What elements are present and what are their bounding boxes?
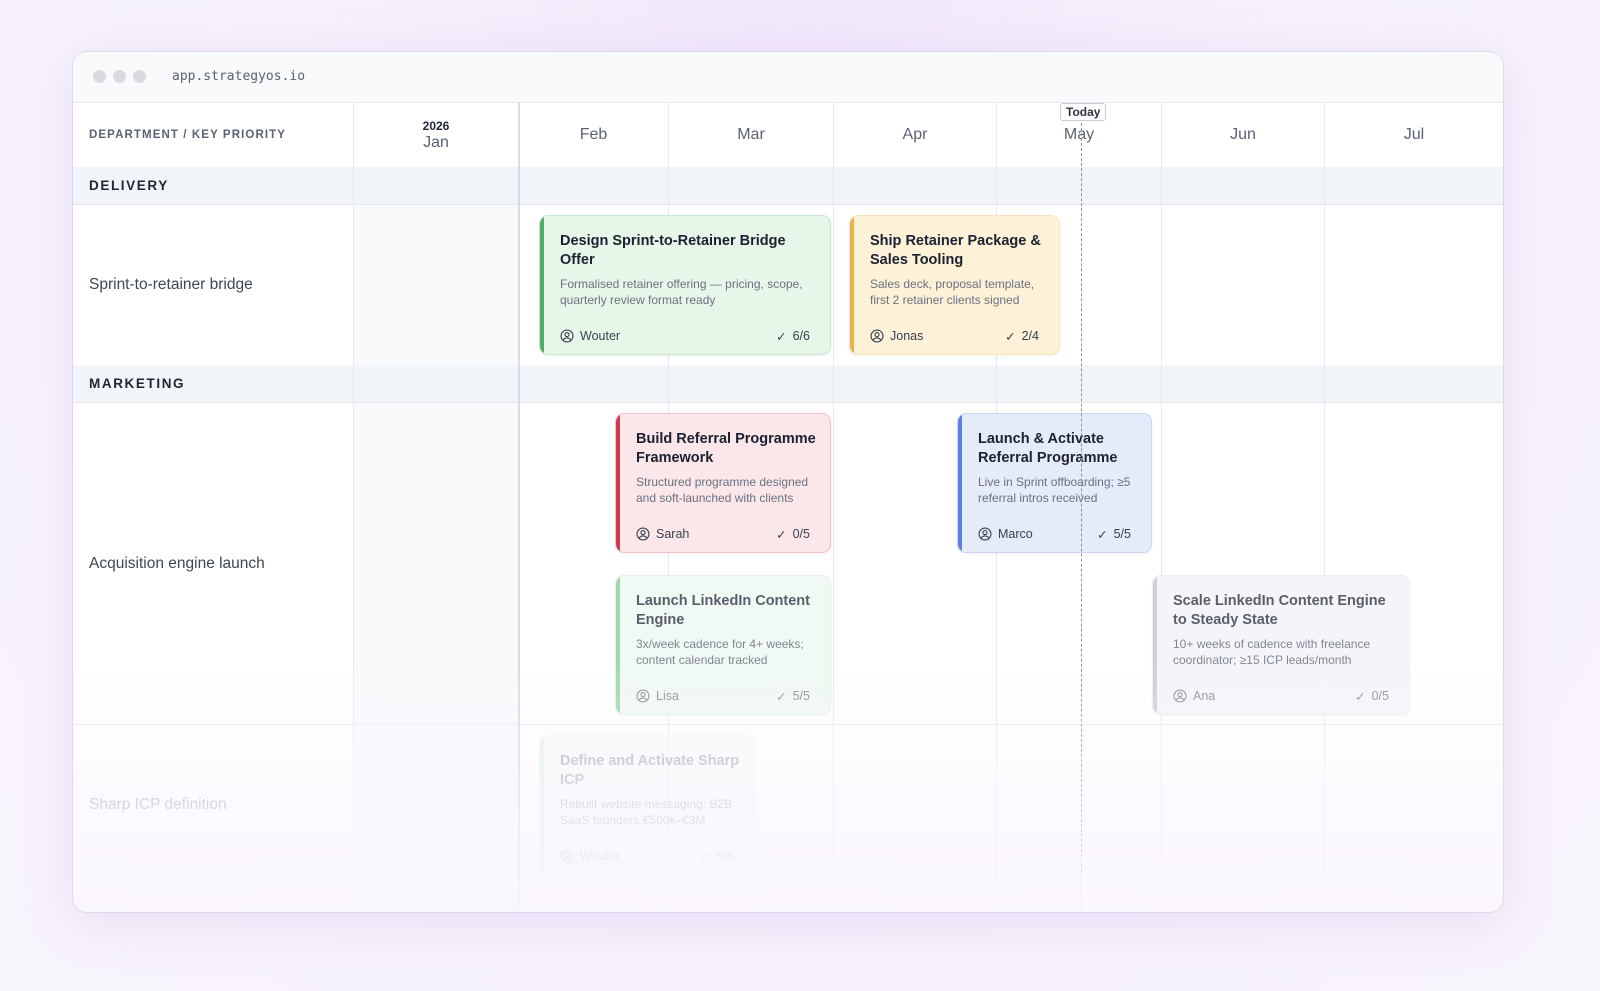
month-header-mar[interactable]: Mar	[669, 103, 833, 167]
month-header-feb[interactable]: Feb	[519, 103, 668, 167]
column-header-department: DEPARTMENT / KEY PRIORITY	[89, 129, 287, 141]
month-header-apr[interactable]: Apr	[834, 103, 996, 167]
card-title: Scale LinkedIn Content Engine to Steady …	[1173, 593, 1386, 628]
card-owner: Wouter	[580, 849, 621, 863]
checkmark-icon: ✓	[1097, 527, 1108, 542]
user-circle-icon	[560, 849, 574, 863]
window-close-dot[interactable]	[93, 70, 106, 83]
today-marker-line	[1081, 103, 1082, 912]
card-progress: 5/5	[1113, 527, 1131, 541]
card-progress: 0/5	[1371, 689, 1389, 703]
checkmark-icon: ✓	[700, 849, 711, 864]
today-badge: Today	[1060, 103, 1107, 121]
card-footer: Jonas ✓ 2/4	[870, 328, 1039, 344]
month-header-jan[interactable]: 2026 Jan	[354, 103, 518, 167]
card-owner: Ana	[1193, 689, 1216, 703]
card-footer: Sarah ✓ 0/5	[636, 526, 810, 542]
card-description: 3x/week cadence for 4+ weeks; content ca…	[636, 637, 804, 667]
section-marketing: MARKETING	[73, 365, 1503, 403]
initiative-card[interactable]: Design Sprint-to-Retainer Bridge Offer F…	[539, 215, 831, 355]
card-title: Define and Activate Sharp ICP	[560, 753, 740, 788]
card-owner: Jonas	[890, 329, 924, 343]
checkmark-icon: ✓	[776, 329, 787, 344]
initiative-card[interactable]: Launch LinkedIn Content Engine 3x/week c…	[615, 575, 831, 715]
card-description: Sales deck, proposal template, first 2 r…	[870, 277, 1035, 307]
card-progress: 0/5	[792, 527, 810, 541]
card-footer: Wouter ✓ 5/5	[560, 848, 734, 864]
card-title: Launch LinkedIn Content Engine	[636, 593, 810, 628]
section-title: DELIVERY	[89, 178, 169, 193]
section-title: MARKETING	[89, 376, 186, 391]
card-title: Ship Retainer Package & Sales Tooling	[870, 233, 1041, 268]
checkmark-icon: ✓	[1355, 689, 1366, 704]
card-title: Launch & Activate Referral Programme	[978, 431, 1118, 466]
card-owner: Wouter	[580, 329, 621, 343]
roadmap-timeline: DEPARTMENT / KEY PRIORITY 2026 Jan Feb M…	[73, 103, 1503, 912]
user-circle-icon	[978, 527, 992, 541]
browser-window: app.strategyos.io DEPARTMENT / KEY PRIOR…	[73, 52, 1503, 912]
address-url[interactable]: app.strategyos.io	[172, 69, 305, 84]
checkmark-icon: ✓	[776, 689, 787, 704]
user-circle-icon	[870, 329, 884, 343]
month-header-jul[interactable]: Jul	[1325, 103, 1503, 167]
initiative-card[interactable]: Launch & Activate Referral Programme Liv…	[957, 413, 1152, 553]
card-progress: 2/4	[1021, 329, 1039, 343]
card-description: Formalised retainer offering — pricing, …	[560, 277, 803, 307]
grid-line	[1161, 103, 1162, 912]
initiative-card[interactable]: Scale LinkedIn Content Engine to Steady …	[1152, 575, 1410, 715]
initiative-card[interactable]: Build Referral Programme Framework Struc…	[615, 413, 831, 553]
card-footer: Marco ✓ 5/5	[978, 526, 1131, 542]
card-progress: 5/5	[792, 689, 810, 703]
card-owner: Sarah	[656, 527, 690, 541]
checkmark-icon: ✓	[776, 527, 787, 542]
priority-label[interactable]: Acquisition engine launch	[89, 403, 265, 724]
checkmark-icon: ✓	[1005, 329, 1016, 344]
grid-line	[518, 103, 520, 912]
card-progress: 5/5	[716, 849, 734, 863]
priority-row-sharp-icp: Sharp ICP definition	[73, 725, 1503, 912]
month-header-jun[interactable]: Jun	[1162, 103, 1324, 167]
user-circle-icon	[636, 527, 650, 541]
grid-line	[1324, 103, 1325, 912]
timeline-header: DEPARTMENT / KEY PRIORITY 2026 Jan Feb M…	[73, 103, 1503, 168]
card-owner: Lisa	[656, 689, 679, 703]
user-circle-icon	[1173, 689, 1187, 703]
card-description: Live in Sprint offboarding; ≥5 referral …	[978, 475, 1131, 505]
year-label: 2026	[422, 118, 450, 133]
user-circle-icon	[636, 689, 650, 703]
grid-line	[353, 103, 354, 912]
card-description: 10+ weeks of cadence with freelance coor…	[1173, 637, 1371, 667]
card-footer: Wouter ✓ 6/6	[560, 328, 810, 344]
section-delivery: DELIVERY	[73, 167, 1503, 205]
user-circle-icon	[560, 329, 574, 343]
card-title: Design Sprint-to-Retainer Bridge Offer	[560, 233, 786, 268]
window-maximize-dot[interactable]	[133, 70, 146, 83]
grid-line	[833, 103, 834, 912]
card-footer: Lisa ✓ 5/5	[636, 688, 810, 704]
initiative-card[interactable]: Ship Retainer Package & Sales Tooling Sa…	[849, 215, 1060, 355]
card-description: Rebuilt website messaging; B2B SaaS foun…	[560, 797, 733, 827]
card-title: Build Referral Programme Framework	[636, 431, 816, 466]
card-description: Structured programme designed and soft-l…	[636, 475, 809, 505]
initiative-card[interactable]: Define and Activate Sharp ICP Rebuilt we…	[539, 735, 755, 875]
card-footer: Ana ✓ 0/5	[1173, 688, 1389, 704]
title-bar: app.strategyos.io	[73, 52, 1503, 103]
card-progress: 6/6	[792, 329, 810, 343]
priority-label[interactable]: Sharp ICP definition	[89, 725, 227, 885]
window-minimize-dot[interactable]	[113, 70, 126, 83]
priority-label[interactable]: Sprint-to-retainer bridge	[89, 205, 253, 365]
card-owner: Marco	[998, 527, 1033, 541]
